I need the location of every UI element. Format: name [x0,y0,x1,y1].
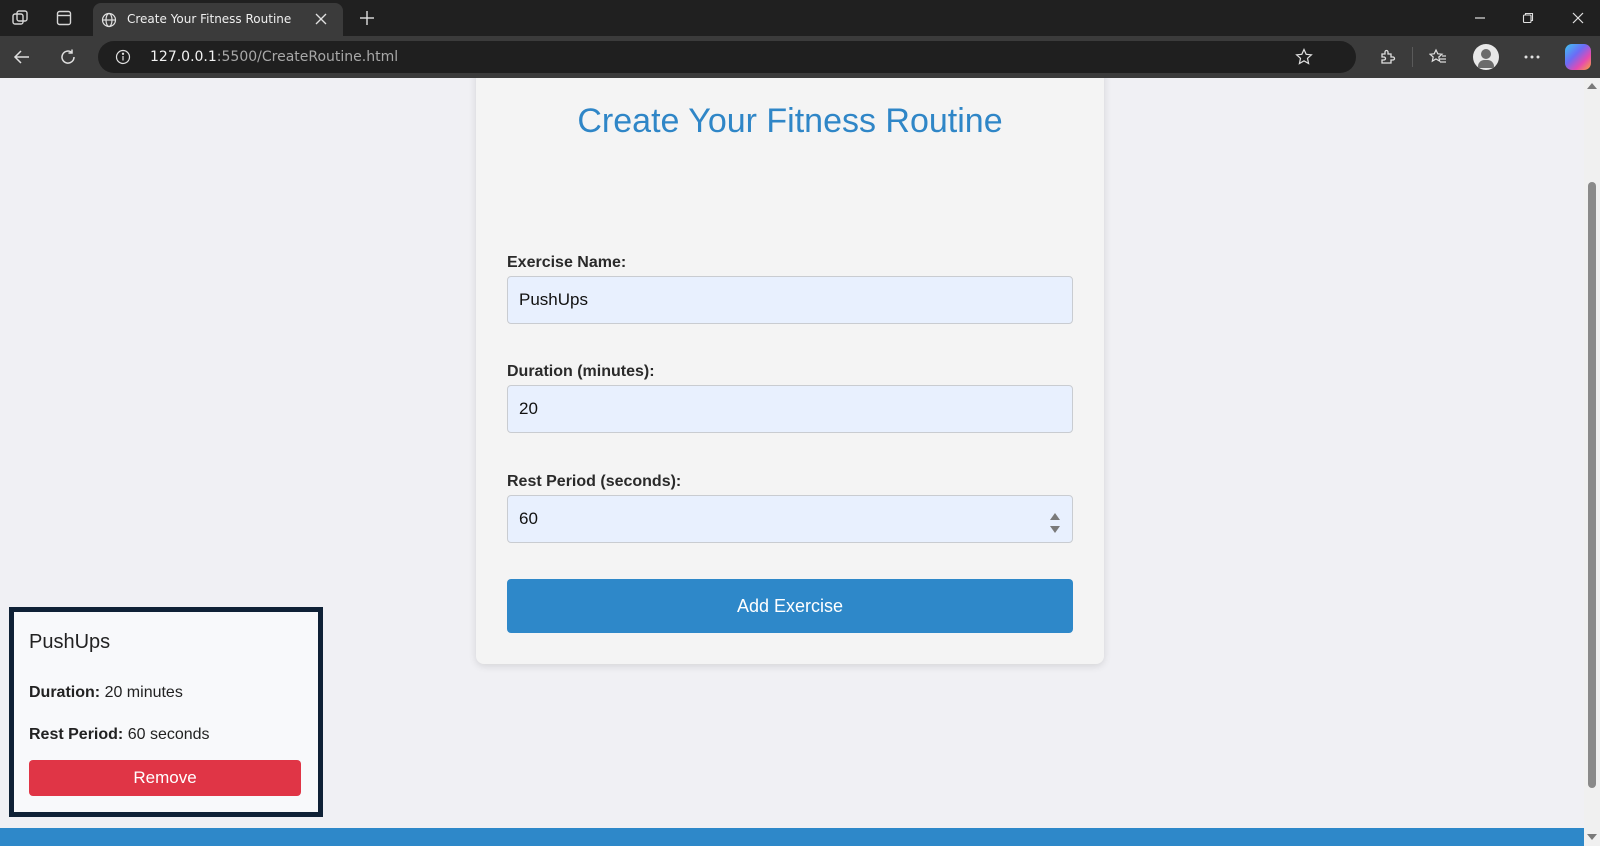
page-viewport: Create Your Fitness Routine Exercise Nam… [0,78,1584,846]
exercise-name-label: Exercise Name: [507,254,627,271]
duration-value: 20 minutes [104,684,183,701]
rest-period-label: Rest Period (seconds): [507,473,682,490]
scroll-down-icon[interactable] [1587,834,1597,840]
toolbar-separator [1412,47,1413,67]
scrollbar-thumb[interactable] [1588,182,1596,788]
reload-icon[interactable] [56,45,80,69]
rest-value: 60 seconds [127,726,210,743]
exercise-card-duration: Duration: 20 minutes [29,684,183,702]
vertical-tabs-icon[interactable] [52,6,76,30]
browser-toolbar: 127.0.0.1:5500/CreateRoutine.html [0,36,1600,78]
url-text: 127.0.0.1:5500/CreateRoutine.html [150,49,399,65]
close-tab-icon[interactable] [313,11,329,27]
minimize-icon[interactable] [1470,8,1490,28]
remove-exercise-button[interactable]: Remove [29,760,301,796]
globe-icon [100,11,118,29]
site-info-icon[interactable] [114,48,132,66]
active-tab[interactable]: Create Your Fitness Routine [93,3,343,36]
copilot-icon[interactable] [1565,44,1591,70]
duration-label: Duration (minutes): [507,363,655,380]
workspaces-icon[interactable] [8,6,32,30]
exercise-card: PushUps Duration: 20 minutes Rest Period… [9,607,323,817]
browser-tab-bar: Create Your Fitness Routine [0,0,1600,36]
add-exercise-button[interactable]: Add Exercise [507,579,1073,633]
new-tab-icon[interactable] [356,7,378,29]
profile-avatar[interactable] [1473,44,1499,70]
exercise-name-input[interactable] [507,276,1073,324]
page-title: Create Your Fitness Routine [577,102,1003,140]
exercise-card-rest: Rest Period: 60 seconds [29,726,210,744]
address-bar[interactable]: 127.0.0.1:5500/CreateRoutine.html [98,41,1356,73]
duration-input[interactable] [507,385,1073,433]
more-options-icon[interactable] [1520,45,1544,69]
favorites-icon[interactable] [1426,45,1450,69]
tab-title: Create Your Fitness Routine [127,12,292,26]
footer-bar [0,828,1584,846]
restore-icon[interactable] [1518,8,1538,28]
page-scrollbar[interactable] [1584,78,1600,846]
back-icon[interactable] [10,45,34,69]
rest-period-input[interactable] [507,495,1073,543]
routine-form-card: Create Your Fitness Routine Exercise Nam… [476,78,1104,664]
spin-up-icon[interactable] [1050,513,1060,520]
close-window-icon[interactable] [1568,8,1588,28]
spin-down-icon[interactable] [1050,526,1060,533]
favorite-star-icon[interactable] [1294,47,1314,67]
scroll-up-icon[interactable] [1587,83,1597,89]
rest-key: Rest Period: [29,726,124,743]
rest-period-spinner[interactable] [1048,513,1062,533]
exercise-card-name: PushUps [29,631,111,653]
extensions-icon[interactable] [1376,45,1400,69]
duration-key: Duration: [29,684,101,701]
